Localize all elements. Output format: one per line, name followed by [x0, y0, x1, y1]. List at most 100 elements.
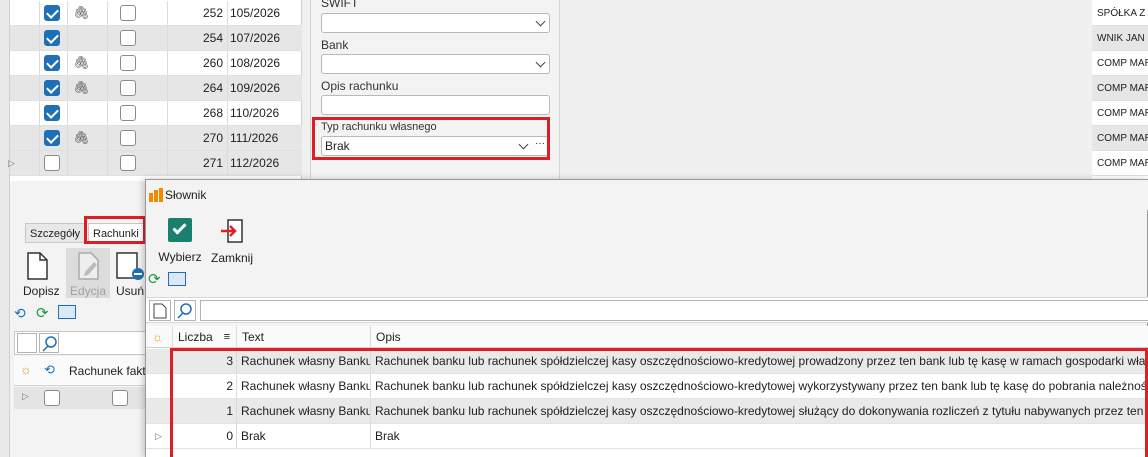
bank-select[interactable]	[321, 54, 550, 74]
history-icon[interactable]: ⟲	[14, 305, 26, 322]
row-document-number: 112/2026	[230, 156, 280, 170]
left-grid-row[interactable]: ▷	[14, 387, 148, 409]
contractor-name: WNIK JAN	[1092, 26, 1148, 51]
row-indicator	[146, 399, 173, 423]
tab-details[interactable]: Szczegóły	[25, 223, 85, 243]
edit-icon	[78, 252, 99, 280]
col-opis[interactable]: Opis	[371, 326, 1148, 348]
contractor-name: COMP MAR	[1092, 126, 1148, 151]
exit-icon	[221, 219, 243, 243]
row-checkbox[interactable]	[44, 390, 60, 406]
opis-input[interactable]	[321, 95, 550, 115]
row-number: 270	[168, 126, 228, 150]
row-flag-checkbox[interactable]	[120, 105, 136, 121]
contractor-name: COMP MAR	[1092, 76, 1148, 101]
left-col-header: Rachunek fakto	[69, 364, 149, 378]
row-select-cell[interactable]	[10, 51, 60, 75]
right-grid: SPÓŁKA Z OGWNIK JANCOMP MARCOMP MARCOMP …	[1092, 0, 1148, 181]
refresh-icon[interactable]: ⟳	[148, 270, 161, 288]
chevron-down-icon	[535, 16, 546, 27]
row-flag-checkbox[interactable]	[120, 155, 136, 171]
row-number: 271	[168, 151, 228, 175]
refresh-icon[interactable]: ⟳	[36, 304, 49, 322]
app-logo-icon	[149, 188, 163, 202]
documents-grid: 🖇 252 105/2026 254 107/2026 🖇 260 108/2026 🖇 264 1…	[8, 0, 302, 181]
row-document-number: 107/2026	[230, 31, 281, 45]
table-row[interactable]: 254 107/2026	[10, 26, 302, 51]
close-button[interactable]: Zamknij	[209, 218, 255, 265]
swift-select[interactable]	[321, 13, 550, 33]
history-icon: ⟲	[44, 362, 55, 377]
row-number: 264	[168, 76, 228, 100]
row-select-cell[interactable]	[10, 76, 60, 100]
contractor-name: COMP MAR	[1092, 151, 1148, 176]
table-row[interactable]: ▷ 271 112/2026	[8, 151, 302, 176]
row-flag-checkbox[interactable]	[120, 30, 136, 46]
row-number: 252	[168, 1, 228, 25]
col-text[interactable]: Text	[237, 326, 371, 348]
highlight-dictionary-rows	[170, 348, 1148, 457]
select-label: Wybierz	[158, 250, 202, 264]
sort-icon: ≡	[223, 331, 230, 343]
edit-label: Edycja	[70, 284, 107, 298]
row-document-number: 108/2026	[230, 56, 281, 70]
search-icon[interactable]	[174, 300, 196, 321]
row-indicator: ▷	[146, 424, 173, 448]
row-indicator	[146, 349, 173, 373]
dialog-search-input[interactable]	[200, 300, 1148, 321]
row-document-number: 105/2026	[230, 6, 281, 20]
contractor-name: COMP MAR	[1092, 51, 1148, 76]
highlight-typ-rachunku	[312, 117, 550, 160]
row-document-number: 109/2026	[230, 81, 281, 95]
row-select-cell[interactable]	[10, 26, 60, 50]
row-number: 268	[168, 101, 228, 125]
table-search-icon[interactable]	[58, 305, 76, 319]
attachment-cell: 🖇	[68, 51, 108, 75]
row-select-cell[interactable]	[10, 1, 60, 25]
edit-button[interactable]: Edycja	[66, 248, 110, 298]
delete-label: Usuń	[116, 284, 145, 298]
swift-label: SWIFT	[321, 0, 359, 10]
new-filter-icon[interactable]	[17, 333, 37, 353]
paperclip-icon: 🖇	[73, 55, 90, 70]
row-document-number: 111/2026	[230, 131, 279, 145]
left-gutter	[0, 0, 10, 457]
highlight-rachunki-tab	[84, 216, 146, 244]
row-select-cell[interactable]	[10, 126, 60, 150]
delete-icon	[116, 252, 144, 280]
row-flag-checkbox[interactable]	[120, 130, 136, 146]
contractor-name: COMP MAR	[1092, 101, 1148, 126]
table-row[interactable]: 🖇 260 108/2026	[10, 51, 302, 76]
row-document-number: 110/2026	[230, 106, 280, 120]
table-search-icon[interactable]	[168, 272, 186, 286]
delete-button[interactable]: Usuń	[114, 252, 144, 298]
attachment-cell	[68, 26, 108, 50]
table-row[interactable]: 🖇 252 105/2026	[10, 1, 302, 26]
left-grid-header: ☼ ⟲ Rachunek fakto	[14, 356, 149, 386]
row-indicator	[146, 374, 173, 398]
table-row[interactable]: 🖇 264 109/2026	[10, 76, 302, 101]
row-flag-checkbox[interactable]	[120, 5, 136, 21]
add-button[interactable]: Dopisz	[23, 252, 60, 298]
sun-icon: ☼	[146, 326, 173, 348]
row-pointer-icon: ▷	[8, 158, 15, 168]
new-filter-icon[interactable]	[149, 300, 171, 321]
row-flag-checkbox[interactable]	[120, 80, 136, 96]
search-icon[interactable]	[39, 333, 59, 353]
row-checkbox[interactable]	[112, 390, 128, 406]
paperclip-icon: 🖇	[73, 80, 90, 95]
row-select-cell[interactable]: ▷	[8, 151, 60, 175]
opis-label: Opis rachunku	[321, 79, 399, 93]
dialog-title: Słownik	[165, 188, 207, 202]
row-select-cell[interactable]	[10, 101, 60, 125]
table-row[interactable]: 🖇 270 111/2026	[10, 126, 302, 151]
close-label: Zamknij	[210, 251, 253, 265]
attachment-cell	[68, 151, 108, 175]
contractor-name: SPÓŁKA Z OG	[1092, 1, 1148, 26]
chevron-down-icon	[535, 57, 546, 68]
col-liczba[interactable]: Liczba ≡	[173, 326, 237, 348]
row-flag-checkbox[interactable]	[120, 55, 136, 71]
table-row[interactable]: 268 110/2026	[10, 101, 302, 126]
select-button[interactable]: Wybierz	[157, 218, 203, 264]
attachment-cell: 🖇	[68, 76, 108, 100]
